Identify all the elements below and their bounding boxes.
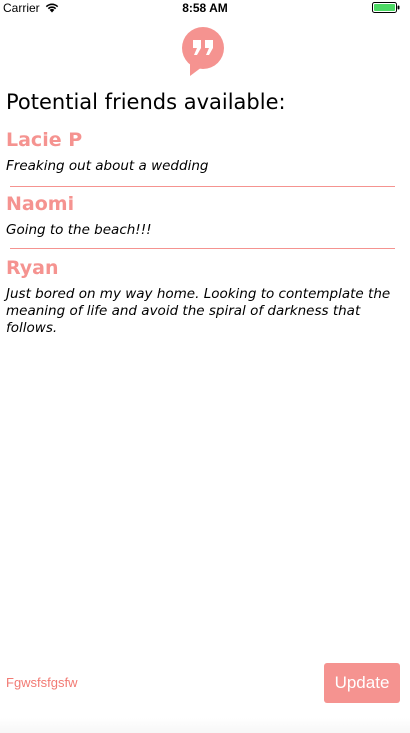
list-item[interactable]: Lacie P Freaking out about a wedding: [0, 128, 410, 186]
friend-name: Ryan: [6, 257, 59, 279]
update-button[interactable]: Update: [324, 663, 400, 703]
friend-status: Going to the beach!!!: [6, 222, 152, 238]
divider: [10, 186, 395, 187]
list-item[interactable]: Naomi Going to the beach!!!: [0, 192, 410, 248]
status-bar: Carrier 8:58 AM: [0, 0, 410, 16]
quote-bubble-icon: [182, 27, 224, 76]
footer-link[interactable]: Fgwsfsfgsfw: [6, 675, 78, 690]
bottom-edge: [0, 718, 410, 733]
friend-name: Lacie P: [6, 129, 83, 151]
friend-status: Freaking out about a wedding: [6, 158, 209, 174]
friend-name: Naomi: [6, 193, 75, 215]
clock: 8:58 AM: [182, 1, 228, 15]
friend-status: Just bored on my way home. Looking to co…: [6, 286, 391, 336]
list-item[interactable]: Ryan Just bored on my way home. Looking …: [0, 256, 410, 340]
battery-icon: [372, 2, 400, 13]
page-title: Potential friends available:: [6, 90, 286, 114]
divider: [10, 248, 395, 249]
